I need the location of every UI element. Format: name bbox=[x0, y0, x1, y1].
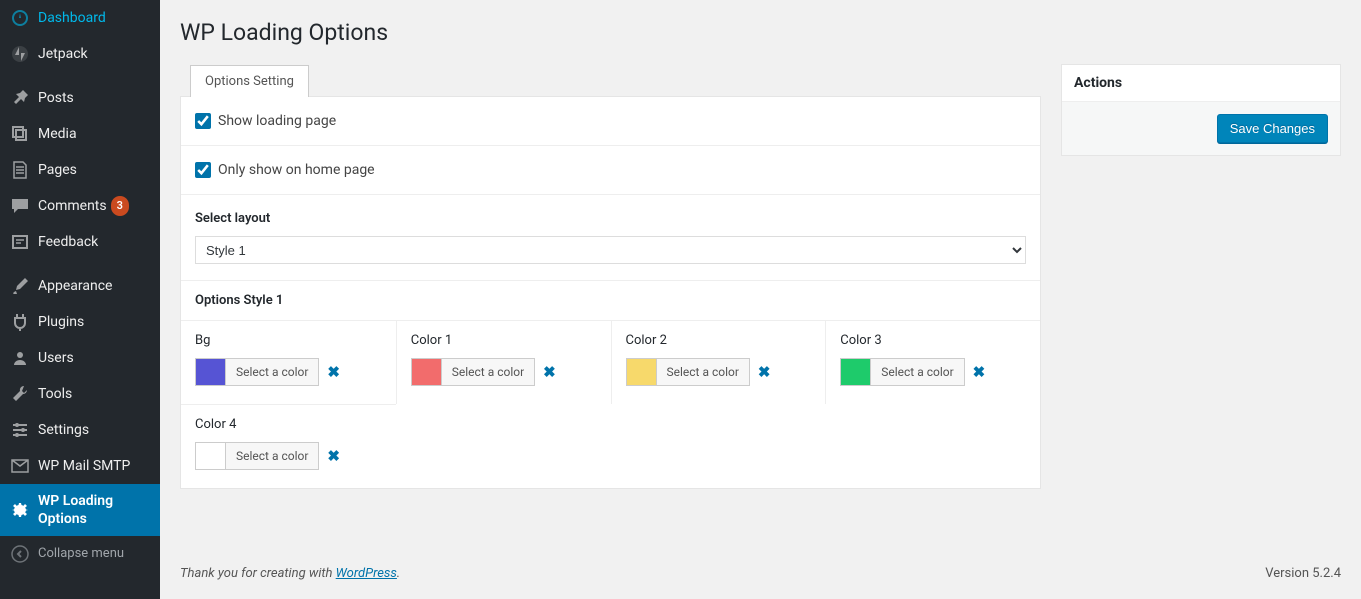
select-color-label: Select a color bbox=[226, 359, 318, 385]
dashboard-icon bbox=[10, 8, 30, 28]
sidebar-item-plugins[interactable]: Plugins bbox=[0, 304, 160, 340]
sidebar-label: Tools bbox=[38, 385, 72, 403]
sidebar-item-posts[interactable]: Posts bbox=[0, 80, 160, 116]
sidebar-label: Pages bbox=[38, 161, 77, 179]
pin-icon bbox=[10, 88, 30, 108]
show-loading-label: Show loading page bbox=[218, 113, 336, 129]
media-icon bbox=[10, 124, 30, 144]
color-cell-0: Bg Select a color ✖ bbox=[181, 320, 396, 404]
actions-box: Actions Save Changes bbox=[1061, 64, 1341, 156]
color-name: Color 2 bbox=[626, 333, 812, 348]
clear-color-icon[interactable]: ✖ bbox=[327, 363, 340, 381]
sidebar-item-comments[interactable]: Comments 3 bbox=[0, 188, 160, 224]
footer-credits: Thank you for creating with WordPress. bbox=[180, 566, 400, 581]
sidebar-label: WP Mail SMTP bbox=[38, 457, 130, 475]
page-title: WP Loading Options bbox=[180, 19, 1341, 46]
comment-icon bbox=[10, 196, 30, 216]
color-name: Color 1 bbox=[411, 333, 597, 348]
sidebar-label: Jetpack bbox=[38, 45, 88, 63]
select-color-label: Select a color bbox=[226, 443, 318, 469]
sidebar-label: Plugins bbox=[38, 313, 84, 331]
sidebar-item-wp-loading-options[interactable]: WP Loading Options bbox=[0, 484, 160, 536]
save-changes-button[interactable]: Save Changes bbox=[1217, 114, 1328, 143]
sidebar-label: Posts bbox=[38, 89, 74, 107]
jetpack-icon bbox=[10, 44, 30, 64]
color-picker-button[interactable]: Select a color bbox=[195, 442, 319, 470]
select-color-label: Select a color bbox=[442, 359, 534, 385]
clear-color-icon[interactable]: ✖ bbox=[758, 363, 771, 381]
color-picker-button[interactable]: Select a color bbox=[411, 358, 535, 386]
options-panel: Show loading page Only show on home page… bbox=[180, 96, 1041, 489]
color-name: Bg bbox=[195, 333, 382, 348]
color-swatch bbox=[627, 359, 657, 385]
tab-options-setting[interactable]: Options Setting bbox=[190, 65, 309, 97]
sidebar-label: Users bbox=[38, 349, 74, 367]
color-name: Color 3 bbox=[840, 333, 1026, 348]
sidebar-item-tools[interactable]: Tools bbox=[0, 376, 160, 412]
actions-title: Actions bbox=[1062, 65, 1340, 102]
select-color-label: Select a color bbox=[871, 359, 963, 385]
sliders-icon bbox=[10, 420, 30, 440]
gear-icon bbox=[10, 500, 30, 520]
color-cell-1: Color 1 Select a color ✖ bbox=[396, 320, 611, 404]
sidebar-label: Media bbox=[38, 125, 77, 143]
sidebar-item-dashboard[interactable]: Dashboard bbox=[0, 0, 160, 36]
color-swatch bbox=[196, 443, 226, 469]
wordpress-link[interactable]: WordPress bbox=[336, 566, 397, 581]
color-cell-3: Color 3 Select a color ✖ bbox=[825, 320, 1040, 404]
sidebar-item-appearance[interactable]: Appearance bbox=[0, 268, 160, 304]
comments-badge: 3 bbox=[111, 196, 129, 216]
select-layout-label: Select layout bbox=[195, 211, 1026, 226]
sidebar-item-wp-mail-smtp[interactable]: WP Mail SMTP bbox=[0, 448, 160, 484]
color-swatch bbox=[412, 359, 442, 385]
users-icon bbox=[10, 348, 30, 368]
sidebar-item-users[interactable]: Users bbox=[0, 340, 160, 376]
color-picker-button[interactable]: Select a color bbox=[626, 358, 750, 386]
color-name: Color 4 bbox=[195, 417, 382, 432]
version-text: Version 5.2.4 bbox=[1265, 566, 1341, 581]
feedback-icon bbox=[10, 232, 30, 252]
sidebar-label: Comments bbox=[38, 197, 107, 215]
wrench-icon bbox=[10, 384, 30, 404]
sidebar-item-settings[interactable]: Settings bbox=[0, 412, 160, 448]
sidebar-item-feedback[interactable]: Feedback bbox=[0, 224, 160, 260]
mail-icon bbox=[10, 456, 30, 476]
color-swatch bbox=[196, 359, 226, 385]
sidebar-item-media[interactable]: Media bbox=[0, 116, 160, 152]
color-cell-4: Color 4 Select a color ✖ bbox=[181, 404, 396, 488]
clear-color-icon[interactable]: ✖ bbox=[543, 363, 556, 381]
sidebar-item-jetpack[interactable]: Jetpack bbox=[0, 36, 160, 72]
color-cell-2: Color 2 Select a color ✖ bbox=[611, 320, 826, 404]
sidebar-label: Feedback bbox=[38, 233, 98, 251]
select-color-label: Select a color bbox=[657, 359, 749, 385]
collapse-menu[interactable]: Collapse menu bbox=[0, 536, 160, 572]
only-home-label: Only show on home page bbox=[218, 162, 375, 178]
collapse-label: Collapse menu bbox=[38, 545, 124, 563]
clear-color-icon[interactable]: ✖ bbox=[327, 447, 340, 465]
show-loading-checkbox[interactable] bbox=[195, 113, 211, 129]
sidebar-label: Appearance bbox=[38, 277, 112, 295]
page-icon bbox=[10, 160, 30, 180]
sidebar-label: WP Loading Options bbox=[38, 492, 150, 528]
clear-color-icon[interactable]: ✖ bbox=[973, 363, 986, 381]
brush-icon bbox=[10, 276, 30, 296]
sidebar-label: Dashboard bbox=[38, 9, 106, 27]
color-picker-button[interactable]: Select a color bbox=[195, 358, 319, 386]
sidebar-item-pages[interactable]: Pages bbox=[0, 152, 160, 188]
options-style-title: Options Style 1 bbox=[181, 281, 1040, 320]
color-picker-button[interactable]: Select a color bbox=[840, 358, 964, 386]
sidebar-label: Settings bbox=[38, 421, 89, 439]
collapse-icon bbox=[10, 544, 30, 564]
only-home-checkbox[interactable] bbox=[195, 162, 211, 178]
plug-icon bbox=[10, 312, 30, 332]
layout-select[interactable]: Style 1 bbox=[195, 236, 1026, 264]
color-swatch bbox=[841, 359, 871, 385]
